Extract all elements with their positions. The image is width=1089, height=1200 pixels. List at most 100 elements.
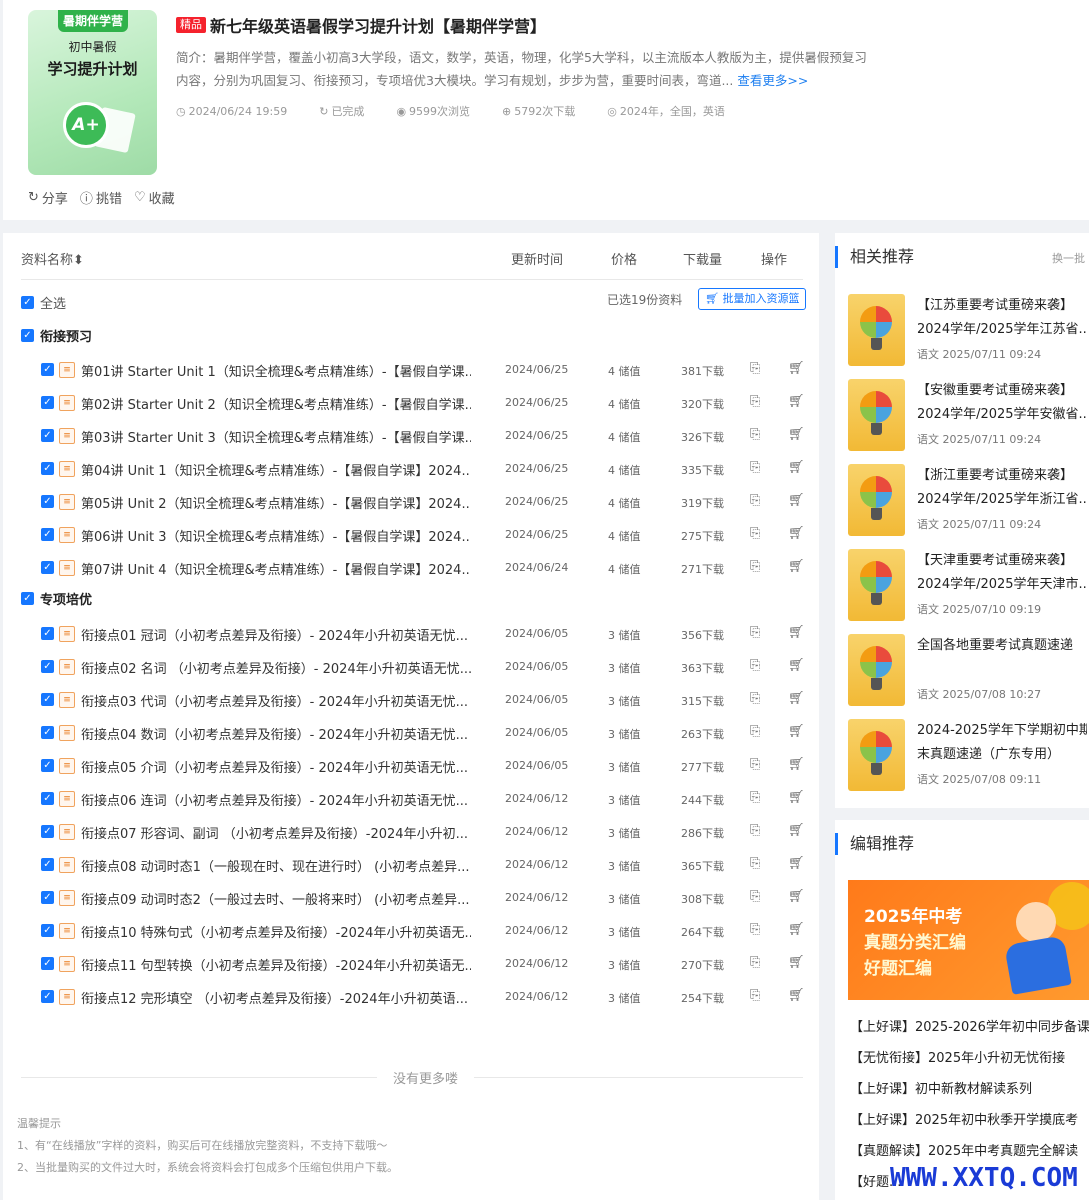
editor-list-item[interactable]: 【上好课】2025-2026学年初中同步备课: [850, 1012, 1089, 1043]
row-file-name[interactable]: 衔接点07 形容词、副词 （小初考点差异及衔接）-2024年小升初...: [81, 823, 471, 842]
row-file-name[interactable]: 衔接点03 代词（小初考点差异及衔接）- 2024年小升初英语无忧...: [81, 691, 471, 710]
related-item[interactable]: 【浙江重要考试重磅来袭】 2024学年/2025学年浙江省... 语文 2025/0…: [848, 464, 1088, 539]
row-checkbox[interactable]: ✓: [41, 363, 54, 376]
add-cart-icon[interactable]: 🛒︎: [788, 526, 805, 541]
preview-icon[interactable]: ⎘: [750, 757, 760, 772]
editor-list-item[interactable]: 【上好课】初中新教材解读系列: [850, 1074, 1089, 1105]
row-checkbox[interactable]: ✓: [41, 396, 54, 409]
add-cart-icon[interactable]: 🛒︎: [788, 394, 805, 409]
row-file-name[interactable]: 第04讲 Unit 1（知识全梳理&考点精准练）-【暑假自学课】2024...: [81, 460, 471, 479]
group-checkbox-1[interactable]: ✓ 专项培优: [21, 589, 92, 608]
preview-icon[interactable]: ⎘: [750, 955, 760, 970]
row-checkbox[interactable]: ✓: [41, 528, 54, 541]
row-file-name[interactable]: 第03讲 Starter Unit 3（知识全梳理&考点精准练）-【暑假自学课.…: [81, 427, 471, 446]
add-cart-icon[interactable]: 🛒︎: [788, 361, 805, 376]
row-file-name[interactable]: 第07讲 Unit 4（知识全梳理&考点精准练）-【暑假自学课】2024...: [81, 559, 471, 578]
row-file-name[interactable]: 第05讲 Unit 2（知识全梳理&考点精准练）-【暑假自学课】2024...: [81, 493, 471, 512]
row-file-name[interactable]: 衔接点12 完形填空 （小初考点差异及衔接）-2024年小升初英语...: [81, 988, 471, 1007]
preview-icon[interactable]: ⎘: [750, 922, 760, 937]
row-file-name[interactable]: 衔接点09 动词时态2（一般过去时、一般将来时） (小初考点差异...: [81, 889, 471, 908]
row-checkbox[interactable]: ✓: [41, 924, 54, 937]
row-checkbox[interactable]: ✓: [41, 495, 54, 508]
row-checkbox[interactable]: ✓: [41, 990, 54, 1003]
preview-icon[interactable]: ⎘: [750, 823, 760, 838]
row-file-name[interactable]: 衔接点06 连词（小初考点差异及衔接）- 2024年小升初英语无忧...: [81, 790, 471, 809]
row-checkbox[interactable]: ✓: [41, 825, 54, 838]
row-checkbox[interactable]: ✓: [41, 462, 54, 475]
row-checkbox[interactable]: ✓: [41, 891, 54, 904]
row-file-name[interactable]: 第02讲 Starter Unit 2（知识全梳理&考点精准练）-【暑假自学课.…: [81, 394, 471, 413]
add-cart-icon[interactable]: 🛒︎: [788, 559, 805, 574]
add-cart-icon[interactable]: 🛒︎: [788, 790, 805, 805]
row-file-name[interactable]: 衔接点04 数词（小初考点差异及衔接）- 2024年小升初英语无忧...: [81, 724, 471, 743]
row-checkbox[interactable]: ✓: [41, 660, 54, 673]
related-item[interactable]: 【江苏重要考试重磅来袭】 2024学年/2025学年江苏省... 语文 2025/0…: [848, 294, 1088, 369]
row-file-name[interactable]: 衔接点01 冠词（小初考点差异及衔接）- 2024年小升初英语无忧...: [81, 625, 471, 644]
batch-add-basket-button[interactable]: 🛒︎ 批量加入资源篮: [698, 288, 807, 310]
add-cart-icon[interactable]: 🛒︎: [788, 889, 805, 904]
preview-icon[interactable]: ⎘: [750, 625, 760, 640]
editor-list-item[interactable]: 【上好课】2025年初中秋季开学摸底考: [850, 1105, 1089, 1136]
related-item[interactable]: 全国各地重要考试真题速递 语文 2025/07/08 10:27: [848, 634, 1088, 709]
add-cart-icon[interactable]: 🛒︎: [788, 658, 805, 673]
preview-icon[interactable]: ⎘: [750, 526, 760, 541]
title-row: 精品 新七年级英语暑假学习提升计划【暑期伴学营】: [176, 13, 546, 37]
add-cart-icon[interactable]: 🛒︎: [788, 691, 805, 706]
row-file-name[interactable]: 第01讲 Starter Unit 1（知识全梳理&考点精准练）-【暑假自学课.…: [81, 361, 471, 380]
preview-icon[interactable]: ⎘: [750, 988, 760, 1003]
share-button[interactable]: ↻ 分享: [28, 188, 68, 207]
row-file-name[interactable]: 衔接点05 介词（小初考点差异及衔接）- 2024年小升初英语无忧...: [81, 757, 471, 776]
row-checkbox[interactable]: ✓: [41, 792, 54, 805]
row-checkbox[interactable]: ✓: [41, 627, 54, 640]
add-cart-icon[interactable]: 🛒︎: [788, 856, 805, 871]
add-cart-icon[interactable]: 🛒︎: [788, 625, 805, 640]
row-checkbox[interactable]: ✓: [41, 957, 54, 970]
favorite-button[interactable]: ♡ 收藏: [134, 188, 175, 207]
row-checkbox[interactable]: ✓: [41, 858, 54, 871]
related-item[interactable]: 【安徽重要考试重磅来袭】 2024学年/2025学年安徽省... 语文 2025/0…: [848, 379, 1088, 454]
refresh-batch-link[interactable]: 换一批: [1052, 250, 1085, 266]
select-all-checkbox[interactable]: ✓ 全选: [21, 293, 66, 312]
row-file-name[interactable]: 衔接点08 动词时态1（一般现在时、现在进行时） (小初考点差异...: [81, 856, 471, 875]
add-cart-icon[interactable]: 🛒︎: [788, 955, 805, 970]
promo-banner[interactable]: 2025年中考 真题分类汇编 好题汇编: [848, 880, 1089, 1000]
see-more-link[interactable]: 查看更多>>: [737, 73, 808, 88]
add-cart-icon[interactable]: 🛒︎: [788, 823, 805, 838]
row-file-name[interactable]: 衔接点11 句型转换（小初考点差异及衔接）-2024年小升初英语无...: [81, 955, 471, 974]
cover-image[interactable]: 暑期伴学营 初中暑假 学习提升计划 A+: [28, 10, 157, 175]
preview-icon[interactable]: ⎘: [750, 394, 760, 409]
related-item[interactable]: 2024-2025学年下学期初中期 末真题速递（广东专用） 语文 2025/07/0…: [848, 719, 1088, 794]
row-checkbox[interactable]: ✓: [41, 759, 54, 772]
row-downloads: 315下载: [681, 695, 724, 708]
row-file-name[interactable]: 第06讲 Unit 3（知识全梳理&考点精准练）-【暑假自学课】2024...: [81, 526, 471, 545]
preview-icon[interactable]: ⎘: [750, 889, 760, 904]
add-cart-icon[interactable]: 🛒︎: [788, 757, 805, 772]
add-cart-icon[interactable]: 🛒︎: [788, 922, 805, 937]
preview-icon[interactable]: ⎘: [750, 559, 760, 574]
row-checkbox[interactable]: ✓: [41, 726, 54, 739]
preview-icon[interactable]: ⎘: [750, 790, 760, 805]
add-cart-icon[interactable]: 🛒︎: [788, 493, 805, 508]
add-cart-icon[interactable]: 🛒︎: [788, 427, 805, 442]
row-checkbox[interactable]: ✓: [41, 429, 54, 442]
col-name-sortable[interactable]: 资料名称⬍: [21, 249, 84, 268]
add-cart-icon[interactable]: 🛒︎: [788, 724, 805, 739]
preview-icon[interactable]: ⎘: [750, 691, 760, 706]
editor-list-item[interactable]: 【无忧衔接】2025年小升初无忧衔接: [850, 1043, 1089, 1074]
preview-icon[interactable]: ⎘: [750, 724, 760, 739]
report-error-button[interactable]: ⓘ 挑错: [80, 188, 122, 207]
group-checkbox-0[interactable]: ✓ 衔接预习: [21, 326, 92, 345]
row-file-name[interactable]: 衔接点02 名词 （小初考点差异及衔接）- 2024年小升初英语无忧...: [81, 658, 471, 677]
row-checkbox[interactable]: ✓: [41, 561, 54, 574]
preview-icon[interactable]: ⎘: [750, 361, 760, 376]
preview-icon[interactable]: ⎘: [750, 856, 760, 871]
row-file-name[interactable]: 衔接点10 特殊句式（小初考点差异及衔接）-2024年小升初英语无...: [81, 922, 471, 941]
preview-icon[interactable]: ⎘: [750, 460, 760, 475]
add-cart-icon[interactable]: 🛒︎: [788, 460, 805, 475]
preview-icon[interactable]: ⎘: [750, 493, 760, 508]
preview-icon[interactable]: ⎘: [750, 427, 760, 442]
related-item[interactable]: 【天津重要考试重磅来袭】 2024学年/2025学年天津市... 语文 2025/0…: [848, 549, 1088, 624]
add-cart-icon[interactable]: 🛒︎: [788, 988, 805, 1003]
row-checkbox[interactable]: ✓: [41, 693, 54, 706]
preview-icon[interactable]: ⎘: [750, 658, 760, 673]
